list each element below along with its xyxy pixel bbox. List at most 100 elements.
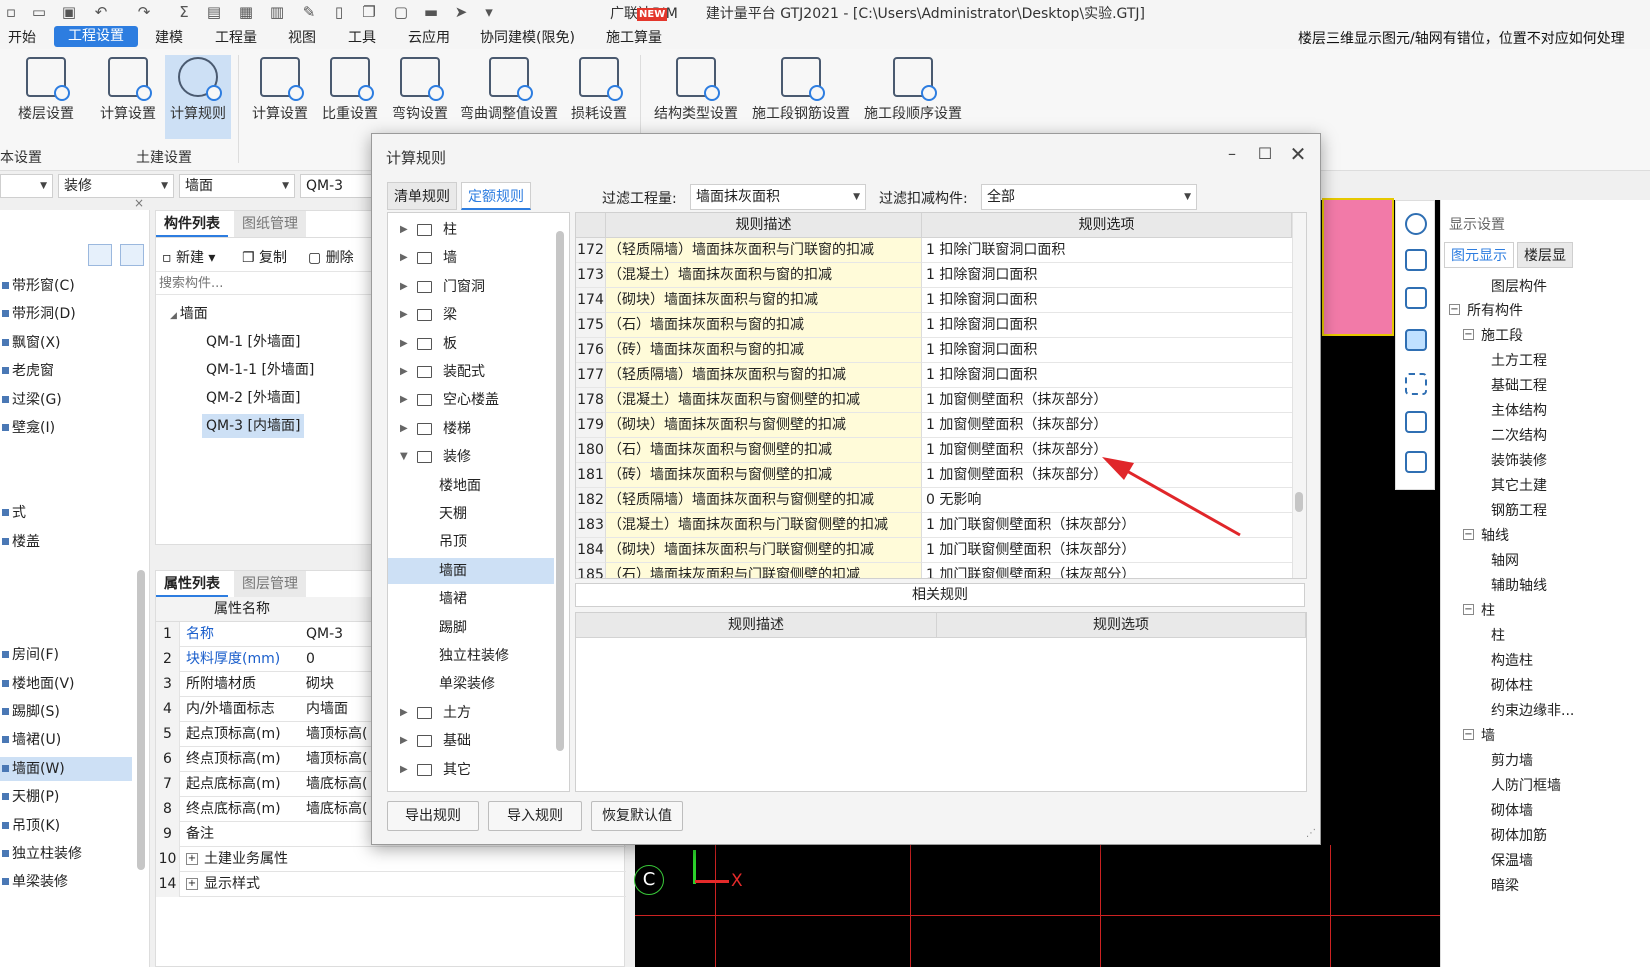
rule-option[interactable]: 1 加门联窗侧壁面积（抹灰部分）	[922, 513, 1292, 538]
category-select[interactable]: 装修 ▼	[58, 174, 174, 198]
select-arrow-icon[interactable]: ➤	[452, 3, 470, 21]
type-list-item[interactable]: 楼地面(V)	[0, 672, 132, 696]
tab-bill-rules[interactable]: 清单规则	[387, 182, 457, 210]
layer-item[interactable]: 柱	[1481, 600, 1495, 620]
type-list-item[interactable]: 吊顶(K)	[0, 814, 132, 838]
caret-right-icon[interactable]: ▶	[400, 217, 408, 243]
layer-item[interactable]: 轴网	[1491, 550, 1519, 570]
rule-tree-node[interactable]: ▶ 装配式	[388, 359, 554, 385]
type-list-item[interactable]: 楼盖	[0, 530, 132, 554]
caret-right-icon[interactable]: ▶	[400, 331, 408, 357]
list-view-icon[interactable]	[88, 244, 112, 266]
type-list-item[interactable]	[0, 558, 132, 582]
rule-option[interactable]: 1 加窗侧壁面积（抹灰部分）	[922, 438, 1292, 463]
layer-item[interactable]: 所有构件	[1467, 300, 1523, 320]
rule-tree-node[interactable]: ▶ 空心楼盖	[388, 387, 554, 413]
loss-settings-button[interactable]: 损耗设置	[567, 55, 631, 135]
cube-icon[interactable]	[1405, 287, 1427, 309]
expand-icon[interactable]: +	[186, 878, 198, 890]
menu-project-settings[interactable]: 工程设置	[54, 26, 138, 47]
layer-item[interactable]: 柱	[1491, 625, 1505, 645]
rule-row[interactable]: 184 （砌块）墙面抹灰面积与门联窗侧壁的扣减 1 加门联窗侧壁面积（抹灰部分）	[576, 538, 1292, 563]
type-list-item[interactable]: 单梁装修	[0, 870, 132, 894]
new-file-icon[interactable]: ▫	[2, 3, 20, 21]
layer-item[interactable]: 辅助轴线	[1491, 575, 1547, 595]
rule-option[interactable]: 0 无影响	[922, 488, 1292, 513]
open-folder-icon[interactable]: ▭	[30, 3, 48, 21]
tab-floor-display[interactable]: 楼层显	[1517, 242, 1573, 268]
tab-drawing-management[interactable]: 图纸管理	[234, 211, 306, 237]
rule-tree-node[interactable]: 独立柱装修	[388, 643, 554, 669]
property-value[interactable]: 墙顶标高(	[306, 747, 376, 772]
rule-option[interactable]: 1 加窗侧壁面积（抹灰部分）	[922, 413, 1292, 438]
property-value[interactable]: 墙底标高(	[306, 797, 376, 822]
rule-row[interactable]: 174 （砌块）墙面抹灰面积与窗的扣减 1 扣除窗洞口面积	[576, 288, 1292, 313]
caret-right-icon[interactable]: ▶	[400, 700, 408, 726]
caret-right-icon[interactable]: ▶	[400, 245, 408, 271]
type-list-item[interactable]: 飘窗(X)	[0, 331, 132, 355]
property-value[interactable]: QM-3	[306, 622, 376, 647]
measure-icon[interactable]: ▬	[422, 3, 440, 21]
tab-element-display[interactable]: 图元显示	[1444, 242, 1514, 268]
tab-layer-management[interactable]: 图层管理	[234, 571, 306, 597]
collapse-icon[interactable]: −	[1463, 729, 1474, 740]
filter-deduct-select[interactable]: 全部 ▼	[981, 184, 1197, 210]
rule-option[interactable]: 1 扣除门联窗洞口面积	[922, 238, 1292, 263]
rule-tree-node[interactable]: 墙面	[388, 557, 554, 584]
rule-option[interactable]: 1 扣除窗洞口面积	[922, 338, 1292, 363]
property-value[interactable]: 墙顶标高(	[306, 722, 376, 747]
collapse-icon[interactable]: −	[1463, 529, 1474, 540]
property-row[interactable]: 14 显示样式 +	[156, 872, 626, 897]
rule-row[interactable]: 185 （石）墙面抹灰面积与门联窗侧壁的扣减 1 加门联窗侧壁面积（抹灰部分）	[576, 563, 1292, 578]
caret-right-icon[interactable]: ▶	[400, 359, 408, 385]
sum-icon[interactable]: Σ	[175, 3, 193, 21]
floor-select[interactable]: ▼	[0, 174, 53, 198]
delete-icon[interactable]: ▢	[392, 3, 410, 21]
import-rules-button[interactable]: 导入规则	[488, 801, 582, 831]
rule-row[interactable]: 178 （混凝土）墙面抹灰面积与窗侧壁的扣减 1 加窗侧壁面积（抹灰部分）	[576, 388, 1292, 413]
rule-row[interactable]: 176 （砖）墙面抹灰面积与窗的扣减 1 扣除窗洞口面积	[576, 338, 1292, 363]
rule-row[interactable]: 172 （轻质隔墙）墙面抹灰面积与门联窗的扣减 1 扣除门联窗洞口面积	[576, 238, 1292, 263]
menu-view[interactable]: 视图	[288, 27, 316, 47]
property-value[interactable]: 内墙面	[306, 697, 376, 722]
tab-quota-rules[interactable]: 定额规则	[461, 182, 531, 210]
rule-tree-node[interactable]: ▶ 基础	[388, 728, 554, 754]
type-list-item[interactable]: 壁龛(I)	[0, 416, 132, 440]
maximize-icon[interactable]: ☐	[1255, 144, 1275, 164]
layer-item[interactable]: 其它土建	[1491, 475, 1547, 495]
type-list-item[interactable]: 过梁(G)	[0, 388, 132, 412]
rule-tree-node[interactable]: 墙裙	[388, 586, 554, 612]
rule-tree-node[interactable]: ▶ 墙	[388, 245, 554, 271]
type-list-item[interactable]	[0, 444, 132, 468]
solid-cube-icon[interactable]	[1405, 329, 1427, 351]
rule-tree-node[interactable]: ▶ 其它	[388, 757, 554, 783]
type-list-item[interactable]: 踢脚(S)	[0, 700, 132, 724]
type-list-item[interactable]: 老虎窗	[0, 359, 132, 383]
layer-item[interactable]: 约束边缘非...	[1491, 700, 1574, 720]
layer-item[interactable]: 基础工程	[1491, 375, 1547, 395]
list-scrollbar[interactable]	[137, 570, 145, 870]
rule-tree-node[interactable]: ▶ 梁	[388, 302, 554, 328]
collapse-icon[interactable]: −	[1449, 304, 1460, 315]
layer-item[interactable]: 钢筋工程	[1491, 500, 1547, 520]
tree-scrollbar[interactable]	[556, 231, 564, 751]
type-list-item[interactable]: 式	[0, 501, 132, 525]
related-rules-toggle[interactable]: 相关规则	[575, 583, 1305, 607]
menu-quantity[interactable]: 工程量	[215, 27, 257, 47]
type-list-item[interactable]: 独立柱装修	[0, 842, 132, 866]
layer-item[interactable]: 施工段	[1481, 325, 1523, 345]
rule-option[interactable]: 1 扣除窗洞口面积	[922, 288, 1292, 313]
pen-icon[interactable]: ✎	[300, 3, 318, 21]
menu-collab[interactable]: 协同建模(限免)	[480, 27, 575, 47]
report-icon[interactable]: ▤	[205, 3, 223, 21]
type-list-item[interactable]: 带形窗(C)	[0, 274, 132, 298]
component-item[interactable]: QM-1-1 [外墙面]	[206, 359, 314, 379]
floor-settings-button[interactable]: 楼层设置	[12, 55, 80, 135]
column-icon[interactable]: ▯	[330, 3, 348, 21]
caret-right-icon[interactable]: ▶	[400, 302, 408, 328]
layer-item[interactable]: 二次结构	[1491, 425, 1547, 445]
rule-row[interactable]: 181 （砖）墙面抹灰面积与窗侧壁的扣减 1 加窗侧壁面积（抹灰部分）	[576, 463, 1292, 488]
rule-option[interactable]: 1 扣除窗洞口面积	[922, 263, 1292, 288]
type-list-item[interactable]: 天棚(P)	[0, 785, 132, 809]
component-item[interactable]: QM-2 [外墙面]	[206, 387, 300, 407]
